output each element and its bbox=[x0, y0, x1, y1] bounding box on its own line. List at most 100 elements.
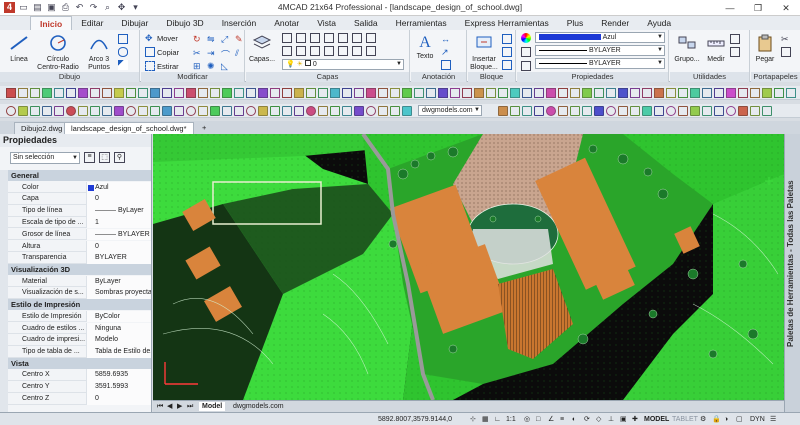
property-value[interactable]: Ninguna bbox=[86, 322, 151, 335]
edit-block-icon[interactable] bbox=[502, 47, 512, 57]
new-tab-button[interactable]: + bbox=[196, 122, 212, 134]
arc-button[interactable]: Arco 3 Puntos bbox=[82, 34, 116, 72]
property-value[interactable]: Tabla de Estilo de... bbox=[86, 346, 151, 358]
doc-tab-landscape[interactable]: landscape_design_of_school.dwg* bbox=[64, 122, 194, 134]
ellipse-icon[interactable] bbox=[118, 47, 128, 57]
attribute-icon[interactable] bbox=[502, 60, 512, 70]
toolbar-tool-icon[interactable] bbox=[18, 106, 28, 116]
tab-vista[interactable]: Vista bbox=[308, 16, 345, 30]
drawing-canvas[interactable] bbox=[153, 134, 784, 400]
doc-tab-dibujo2[interactable]: Dibujo2.dwg bbox=[14, 122, 70, 134]
polar-icon[interactable]: ◎ bbox=[524, 415, 530, 424]
rect-icon[interactable] bbox=[306, 88, 316, 98]
osnap-icon[interactable]: □ bbox=[536, 415, 540, 424]
extend-icon[interactable] bbox=[642, 88, 652, 98]
layer-lock-icon[interactable] bbox=[352, 33, 362, 43]
layer-delete-icon[interactable] bbox=[310, 46, 320, 56]
color-wheel-icon[interactable] bbox=[521, 33, 531, 43]
insert-block-button[interactable]: Insertar Bloque... bbox=[468, 34, 500, 72]
tab-insercion[interactable]: Inserción bbox=[213, 16, 266, 30]
property-section-header[interactable]: Estilo de Impresión bbox=[8, 299, 151, 311]
layer-match-icon[interactable] bbox=[366, 33, 376, 43]
stretch-icon[interactable] bbox=[618, 88, 628, 98]
linetype-combo[interactable]: BYLAYER ▼ bbox=[535, 45, 665, 56]
property-row[interactable]: Tipo de tabla de ... Tabla de Estilo de..… bbox=[8, 346, 151, 358]
property-row[interactable]: Material ByLayer bbox=[8, 275, 151, 288]
erase-icon[interactable] bbox=[522, 88, 532, 98]
layer-unlock-icon[interactable] bbox=[366, 46, 376, 56]
group-button[interactable]: Grupo... bbox=[672, 34, 702, 64]
insert-icon[interactable] bbox=[414, 88, 424, 98]
annotation-scale[interactable]: 1:1 bbox=[506, 415, 516, 424]
toolbar-tool-icon[interactable] bbox=[330, 106, 340, 116]
circle-icon[interactable] bbox=[330, 88, 340, 98]
grid-icon[interactable]: ▦ bbox=[482, 415, 489, 424]
tab-dibujo-3d[interactable]: Dibujo 3D bbox=[157, 16, 212, 30]
cut-icon[interactable]: ✂ bbox=[781, 34, 791, 44]
toolbar-tool-icon[interactable] bbox=[306, 106, 316, 116]
isolate-icon[interactable]: ◑ bbox=[724, 415, 728, 424]
break-icon[interactable] bbox=[654, 88, 664, 98]
leader-icon[interactable]: ↗ bbox=[441, 47, 451, 57]
fillet-icon[interactable]: ⌒ bbox=[221, 48, 231, 60]
zoom-window-icon[interactable] bbox=[162, 88, 172, 98]
explode-icon[interactable] bbox=[690, 88, 700, 98]
property-row[interactable]: Cuadro de estilos ... Ninguna bbox=[8, 322, 151, 335]
tab-herramientas[interactable]: Herramientas bbox=[387, 16, 456, 30]
tab-ayuda[interactable]: Ayuda bbox=[638, 16, 680, 30]
toolbar-tool-icon[interactable] bbox=[510, 106, 520, 116]
copy-button[interactable]: Copiar bbox=[145, 47, 179, 57]
paste-button[interactable]: Pegar bbox=[753, 34, 777, 64]
property-value[interactable]: 0 bbox=[86, 393, 151, 405]
tab-express-herramientas[interactable]: Express Herramientas bbox=[456, 16, 558, 30]
save-icon[interactable] bbox=[30, 88, 40, 98]
lwt-icon[interactable] bbox=[762, 88, 772, 98]
toolbar-tool-icon[interactable] bbox=[258, 106, 268, 116]
scale-icon[interactable]: ⤢ bbox=[221, 34, 231, 44]
list-icon[interactable] bbox=[521, 61, 531, 71]
crosshair-icon[interactable]: ✚ bbox=[632, 415, 638, 424]
toolbar-tool-icon[interactable] bbox=[282, 106, 292, 116]
design-center-icon[interactable] bbox=[210, 88, 220, 98]
property-row[interactable]: Grosor de línea ——— BYLAYER bbox=[8, 228, 151, 241]
text-button[interactable]: A Texto bbox=[413, 34, 437, 61]
lock-icon[interactable]: 🔒 bbox=[712, 415, 721, 424]
color-combo[interactable]: Azul ▼ bbox=[535, 32, 665, 43]
copy-obj-icon[interactable] bbox=[534, 88, 544, 98]
property-value[interactable]: 0 bbox=[86, 240, 151, 253]
tab-render[interactable]: Render bbox=[592, 16, 638, 30]
toolbar-tool-icon[interactable] bbox=[114, 106, 124, 116]
toolbar-tool-icon[interactable] bbox=[30, 106, 40, 116]
text-style-icon[interactable] bbox=[234, 88, 244, 98]
layer-off-icon[interactable] bbox=[338, 33, 348, 43]
toolbar-tool-icon[interactable] bbox=[126, 106, 136, 116]
polyline-icon[interactable] bbox=[294, 88, 304, 98]
toggle-pickadd-icon[interactable]: ≡ bbox=[84, 152, 95, 163]
toolbar-tool-icon[interactable] bbox=[90, 106, 100, 116]
toolbar-tool-icon[interactable] bbox=[642, 106, 652, 116]
toolbar-tool-icon[interactable] bbox=[762, 106, 772, 116]
layer-state-icon[interactable] bbox=[282, 33, 292, 43]
last-layout-button[interactable]: ⏭ bbox=[187, 402, 193, 411]
calculator-icon[interactable] bbox=[730, 34, 740, 44]
lineweight-combo[interactable]: BYLAYER ▼ bbox=[535, 58, 665, 69]
toolbar-tool-icon[interactable] bbox=[714, 106, 724, 116]
redo-icon[interactable] bbox=[126, 88, 136, 98]
osnap-icon[interactable] bbox=[750, 88, 760, 98]
toolbar-tool-icon[interactable] bbox=[162, 106, 172, 116]
point-icon[interactable] bbox=[366, 88, 376, 98]
dimension-icon[interactable]: ↔ bbox=[441, 34, 451, 44]
property-row[interactable]: Altura 0 bbox=[8, 240, 151, 253]
zoom-realtime-icon[interactable] bbox=[150, 88, 160, 98]
plot-style-icon[interactable] bbox=[258, 88, 268, 98]
property-row[interactable]: Centro Y 3591.5993 bbox=[8, 381, 151, 393]
toolbar-tool-icon[interactable] bbox=[558, 106, 568, 116]
rectangle-icon[interactable] bbox=[118, 34, 128, 44]
toolbar-tool-icon[interactable] bbox=[246, 106, 256, 116]
toolbar-tool-icon[interactable] bbox=[522, 106, 532, 116]
toolbar-tool-icon[interactable] bbox=[54, 106, 64, 116]
menu-icon[interactable]: ☰ bbox=[770, 415, 776, 424]
zoom-prev-icon[interactable] bbox=[174, 88, 184, 98]
transparency-icon[interactable]: ◐ bbox=[572, 415, 576, 424]
property-row[interactable]: Centro Z 0 bbox=[8, 393, 151, 405]
